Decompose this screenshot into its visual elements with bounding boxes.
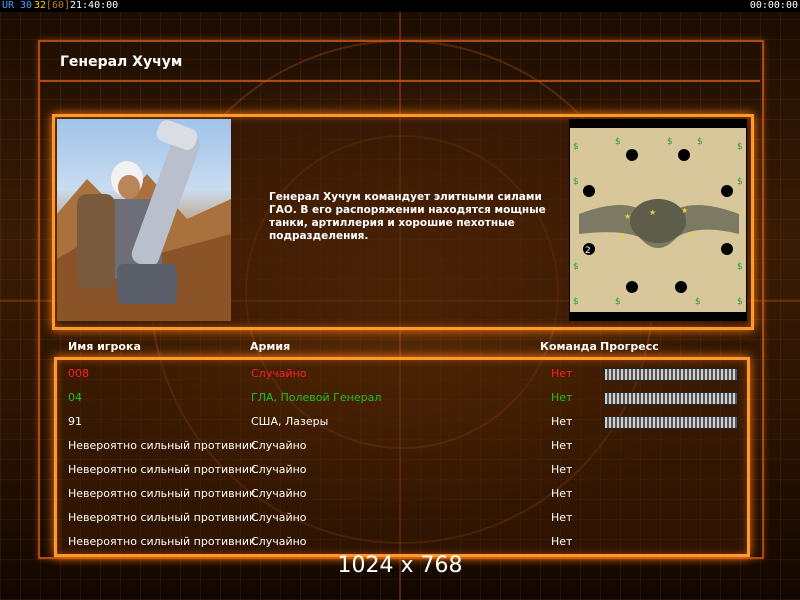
player-army: Случайно bbox=[251, 463, 307, 476]
player-army: Случайно bbox=[251, 367, 307, 380]
title-bar: Генерал Хучум bbox=[40, 42, 760, 82]
svg-text:$: $ bbox=[737, 297, 743, 307]
column-header-team: Команда bbox=[540, 340, 597, 353]
player-name: Невероятно сильный противник bbox=[68, 487, 256, 500]
status-ur: UR bbox=[2, 0, 15, 11]
general-portrait bbox=[57, 119, 231, 321]
player-name: 008 bbox=[68, 367, 89, 380]
svg-text:$: $ bbox=[573, 142, 579, 152]
general-portrait-image bbox=[57, 120, 231, 321]
status-bar: UR 30 32 [60] 21:40:00 00:00:00 bbox=[0, 0, 800, 12]
status-value-60: [60] bbox=[46, 0, 71, 11]
loading-screen: UR 30 32 [60] 21:40:00 00:00:00 Генерал … bbox=[0, 0, 800, 600]
player-list: 008 Случайно Нет 04 ГЛА, Полевой Генерал Нет 9… bbox=[54, 357, 750, 557]
loading-progress-bar bbox=[604, 392, 738, 405]
table-row: Невероятно сильный противник Случайно Нет bbox=[57, 434, 747, 458]
svg-text:$: $ bbox=[615, 137, 621, 147]
player-team: Нет bbox=[551, 463, 573, 476]
player-name: Невероятно сильный противник bbox=[68, 511, 256, 524]
player-name: Невероятно сильный противник bbox=[68, 535, 256, 548]
map-preview: 2 $ $ $ $ $ $ $ $ $ $ $ $ $ ★ ★ ★ ★ ★ bbox=[568, 119, 748, 321]
start-position-label: 2 bbox=[585, 246, 591, 256]
svg-text:$: $ bbox=[667, 137, 673, 147]
loading-progress-bar bbox=[604, 368, 738, 381]
column-header-progress: Прогресс bbox=[600, 340, 659, 353]
table-row: Невероятно сильный противник Случайно Нет bbox=[57, 506, 747, 530]
svg-text:$: $ bbox=[695, 297, 701, 307]
player-team: Нет bbox=[551, 487, 573, 500]
table-row: 91 США, Лазеры Нет bbox=[57, 410, 747, 434]
svg-text:$: $ bbox=[737, 142, 743, 152]
status-timer: 00:00:00 bbox=[749, 0, 798, 11]
svg-text:$: $ bbox=[615, 297, 621, 307]
table-row: 04 ГЛА, Полевой Генерал Нет bbox=[57, 386, 747, 410]
svg-text:$: $ bbox=[573, 262, 579, 272]
general-info-panel: Генерал Хучум командует элитными силами … bbox=[52, 114, 754, 330]
status-value-32: 32 bbox=[34, 0, 47, 11]
player-team: Нет bbox=[551, 415, 573, 428]
player-team: Нет bbox=[551, 439, 573, 452]
table-row: Невероятно сильный противник Случайно Нет bbox=[57, 458, 747, 482]
player-team: Нет bbox=[551, 535, 573, 548]
svg-text:★: ★ bbox=[687, 230, 694, 239]
player-name: Невероятно сильный противник bbox=[68, 439, 256, 452]
general-description: Генерал Хучум командует элитными силами … bbox=[269, 191, 546, 242]
column-header-army: Армия bbox=[250, 340, 291, 353]
player-team: Нет bbox=[551, 391, 573, 404]
svg-text:$: $ bbox=[573, 177, 579, 187]
svg-text:$: $ bbox=[573, 297, 579, 307]
player-name: 04 bbox=[68, 391, 82, 404]
column-header-player: Имя игрока bbox=[68, 340, 141, 353]
resolution-label: 1024 x 768 bbox=[337, 553, 463, 578]
svg-text:$: $ bbox=[697, 137, 703, 147]
page-title: Генерал Хучум bbox=[60, 54, 183, 70]
table-row: 008 Случайно Нет bbox=[57, 362, 747, 386]
player-army: Случайно bbox=[251, 439, 307, 452]
player-team: Нет bbox=[551, 367, 573, 380]
svg-text:★: ★ bbox=[624, 212, 631, 221]
player-army: Случайно bbox=[251, 487, 307, 500]
svg-text:★: ★ bbox=[619, 232, 626, 241]
svg-text:$: $ bbox=[737, 262, 743, 272]
loading-progress-bar bbox=[604, 416, 738, 429]
svg-text:★: ★ bbox=[681, 206, 688, 215]
table-row: Невероятно сильный противник Случайно Нет bbox=[57, 530, 747, 554]
player-army: Случайно bbox=[251, 511, 307, 524]
player-team: Нет bbox=[551, 511, 573, 524]
player-name: Невероятно сильный противник bbox=[68, 463, 256, 476]
player-army: ГЛА, Полевой Генерал bbox=[251, 391, 382, 404]
minimap-image: 2 $ $ $ $ $ $ $ $ $ $ $ $ $ ★ ★ ★ ★ ★ bbox=[568, 126, 748, 314]
player-army: Случайно bbox=[251, 535, 307, 548]
svg-text:★: ★ bbox=[649, 208, 656, 217]
player-army: США, Лазеры bbox=[251, 415, 329, 428]
player-name: 91 bbox=[68, 415, 82, 428]
status-clock: 21:40:00 bbox=[70, 0, 119, 11]
table-row: Невероятно сильный противник Случайно Нет bbox=[57, 482, 747, 506]
svg-text:$: $ bbox=[737, 177, 743, 187]
status-value-30: 30 bbox=[20, 0, 33, 11]
